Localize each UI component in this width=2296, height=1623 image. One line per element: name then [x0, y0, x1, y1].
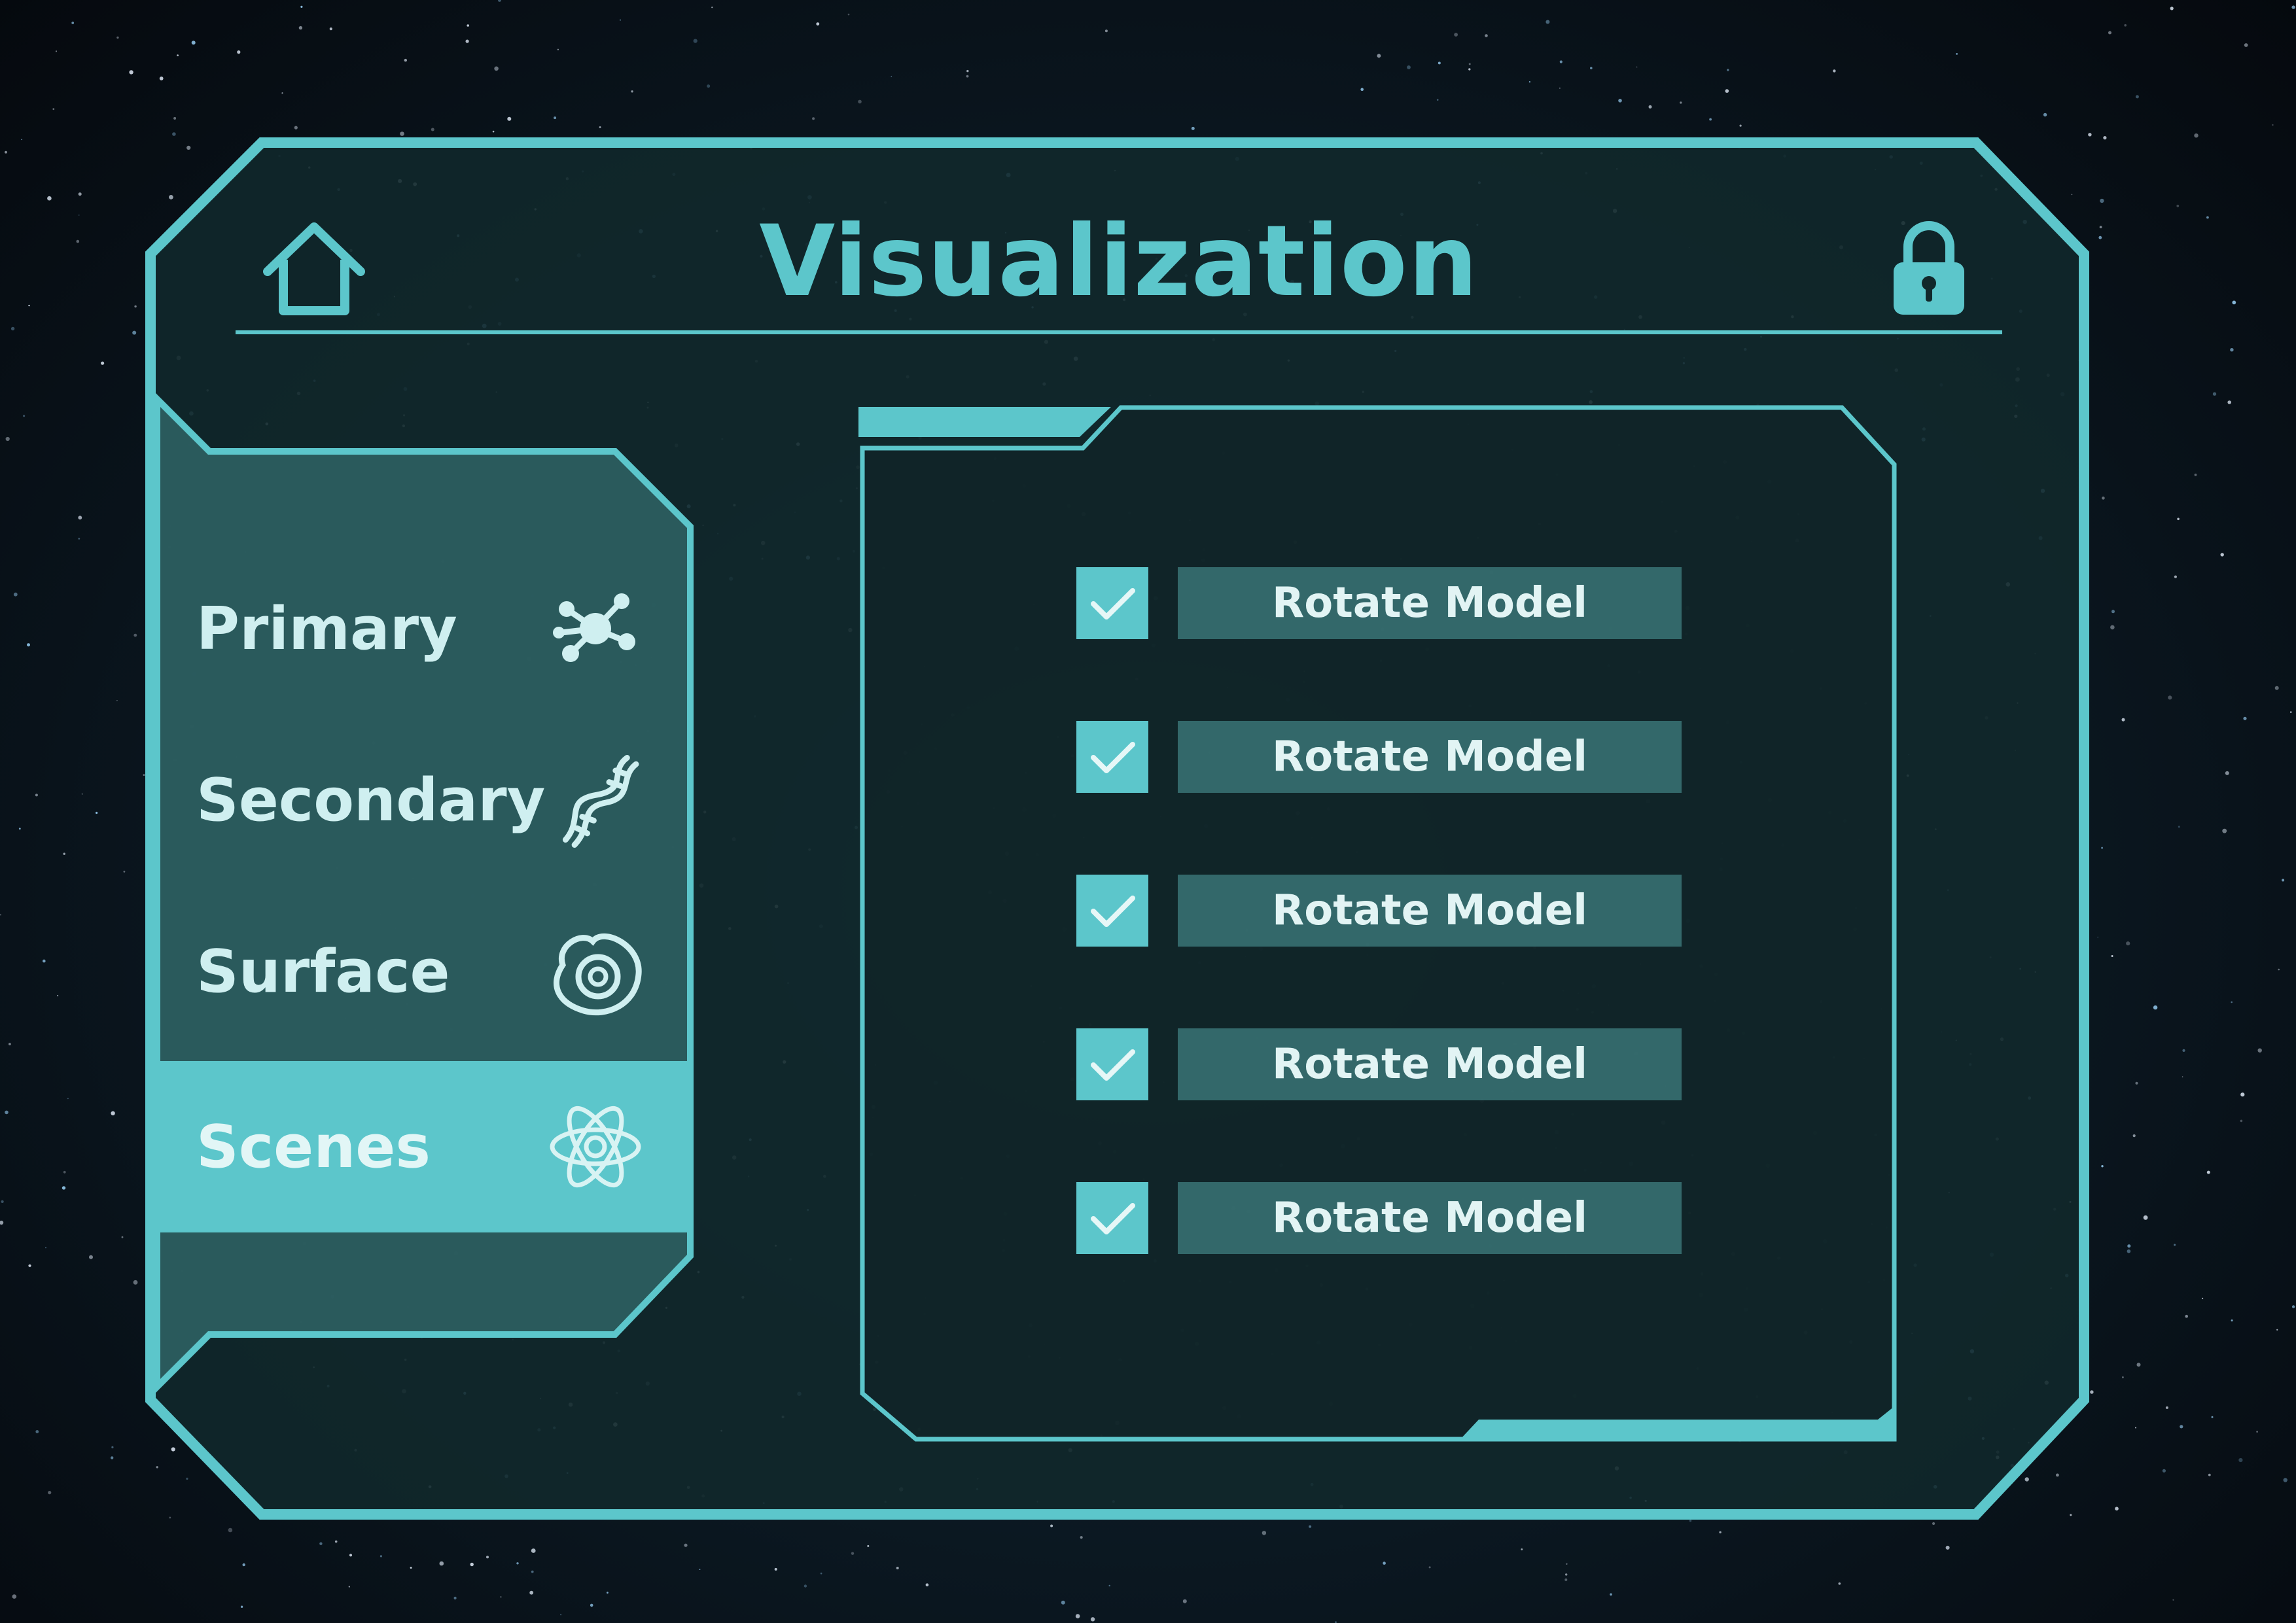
lock-button[interactable]: [1890, 219, 1968, 317]
checkmark-icon: [1091, 1203, 1135, 1234]
checkmark-icon: [1091, 742, 1135, 773]
option-label[interactable]: Rotate Model: [1178, 875, 1682, 947]
rotate-model-checkbox[interactable]: [1076, 567, 1148, 639]
rotate-model-checkbox[interactable]: [1076, 721, 1148, 793]
dna-helix-icon: [563, 754, 639, 848]
sidebar-item-label: Primary: [196, 594, 457, 663]
rotate-model-checkbox[interactable]: [1076, 1182, 1148, 1254]
option-row: Rotate Model: [1073, 875, 1688, 947]
sidebar-item-primary[interactable]: Primary: [157, 543, 694, 714]
sidebar-item-surface[interactable]: Surface: [157, 886, 694, 1057]
sidebar-item-label: Secondary: [196, 765, 546, 835]
option-label[interactable]: Rotate Model: [1178, 567, 1682, 639]
option-row: Rotate Model: [1073, 721, 1688, 793]
page-title: Visualization: [759, 205, 1479, 319]
sidebar-item-scenes[interactable]: Scenes: [157, 1061, 694, 1232]
sidebar-item-label: Scenes: [196, 1112, 431, 1181]
rotate-model-checkbox[interactable]: [1076, 875, 1148, 947]
sidebar-item-label: Surface: [196, 937, 450, 1006]
checkmark-icon: [1091, 588, 1135, 620]
content-tab-accent: [858, 407, 1111, 437]
checkmark-icon: [1091, 1049, 1135, 1081]
option-label[interactable]: Rotate Model: [1178, 1028, 1682, 1100]
molecule-network-icon: [553, 593, 635, 662]
option-label[interactable]: Rotate Model: [1178, 1182, 1682, 1254]
option-row: Rotate Model: [1073, 1028, 1688, 1100]
option-row: Rotate Model: [1073, 567, 1688, 639]
rotate-model-checkbox[interactable]: [1076, 1028, 1148, 1100]
cell-surface-icon: [554, 933, 642, 1016]
checkmark-icon: [1091, 896, 1135, 927]
option-row: Rotate Model: [1073, 1182, 1688, 1254]
atom-icon: [550, 1106, 641, 1188]
padlock-icon: [1894, 221, 1964, 315]
sidebar-item-secondary[interactable]: Secondary: [157, 714, 694, 886]
home-button[interactable]: [258, 219, 370, 321]
option-label[interactable]: Rotate Model: [1178, 721, 1682, 793]
house-icon: [263, 222, 365, 315]
